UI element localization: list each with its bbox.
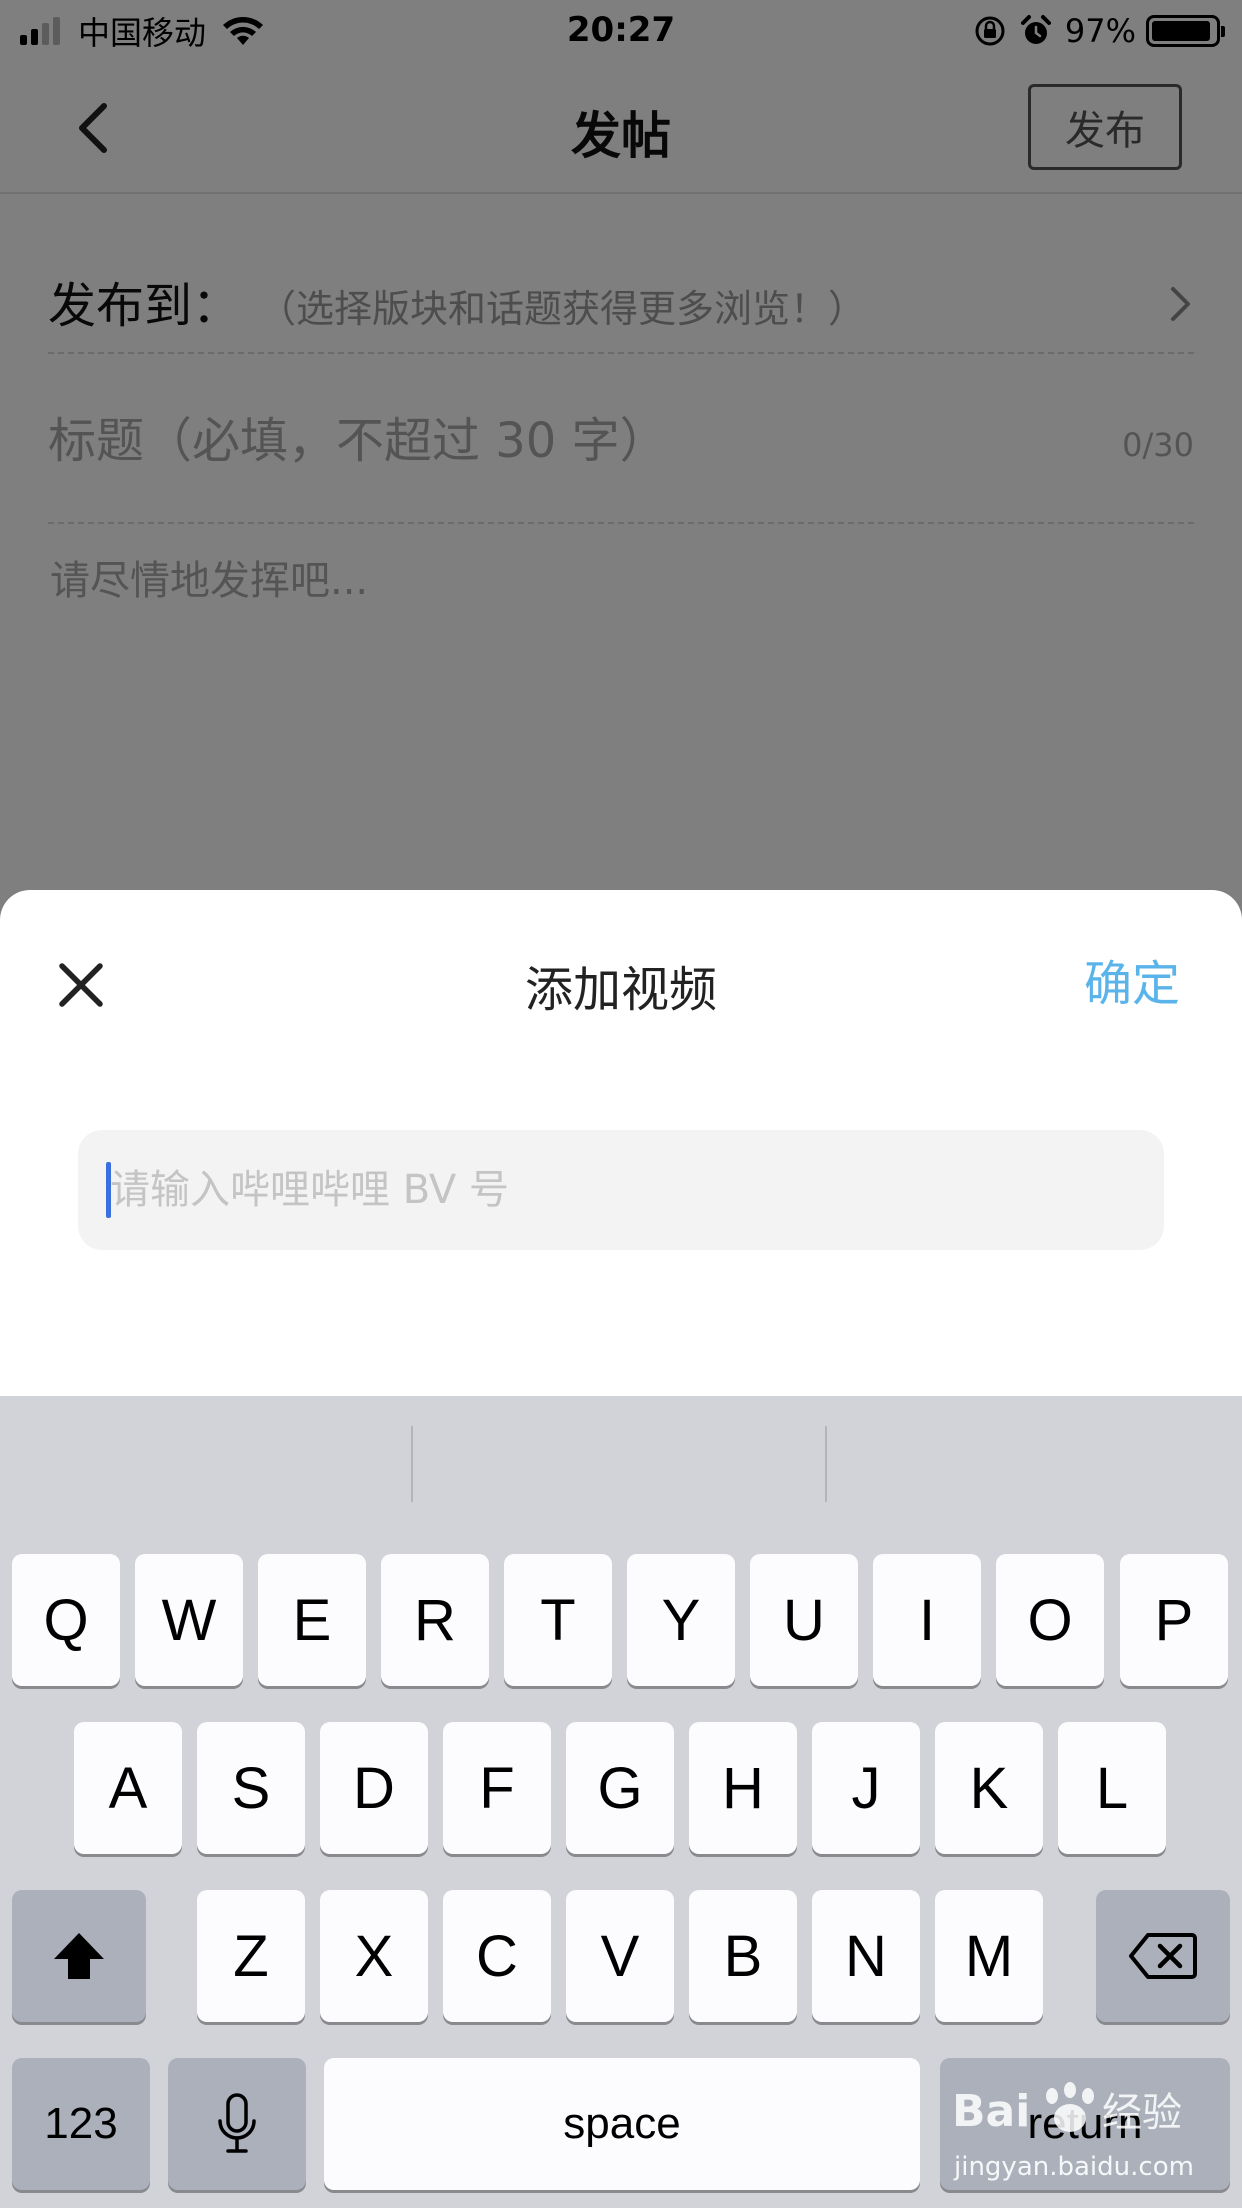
key-r[interactable]: R xyxy=(381,1554,489,1686)
confirm-button[interactable]: 确定 xyxy=(1084,944,1180,1014)
key-i[interactable]: I xyxy=(873,1554,981,1686)
key-d[interactable]: D xyxy=(320,1722,428,1854)
dictation-key[interactable] xyxy=(168,2058,306,2190)
key-n[interactable]: N xyxy=(812,1890,920,2022)
delete-key[interactable] xyxy=(1096,1890,1230,2022)
key-k[interactable]: K xyxy=(935,1722,1043,1854)
key-q[interactable]: Q xyxy=(12,1554,120,1686)
baidu-jingyan-watermark: Bai 经验 jingyan.baidu.com xyxy=(940,2072,1210,2182)
backspace-icon xyxy=(1129,1933,1197,1979)
key-a[interactable]: A xyxy=(74,1722,182,1854)
microphone-icon xyxy=(218,2093,256,2153)
key-e[interactable]: E xyxy=(258,1554,366,1686)
key-h[interactable]: H xyxy=(689,1722,797,1854)
key-u[interactable]: U xyxy=(750,1554,858,1686)
space-key[interactable]: space xyxy=(324,2058,920,2190)
key-p[interactable]: P xyxy=(1120,1554,1228,1686)
key-o[interactable]: O xyxy=(996,1554,1104,1686)
suggestion-divider xyxy=(825,1426,827,1502)
bv-input-container[interactable] xyxy=(78,1130,1164,1250)
key-v[interactable]: V xyxy=(566,1890,674,2022)
key-s[interactable]: S xyxy=(197,1722,305,1854)
key-z[interactable]: Z xyxy=(197,1890,305,2022)
add-video-sheet: 添加视频 确定 xyxy=(0,890,1242,1396)
bv-number-input[interactable] xyxy=(110,1130,1140,1250)
suggestion-bar xyxy=(0,1396,1242,1544)
shift-key[interactable] xyxy=(12,1890,146,2022)
key-x[interactable]: X xyxy=(320,1890,428,2022)
key-j[interactable]: J xyxy=(812,1722,920,1854)
svg-text:Bai: Bai xyxy=(952,2086,1030,2137)
key-w[interactable]: W xyxy=(135,1554,243,1686)
watermark-url: jingyan.baidu.com xyxy=(954,2152,1194,2182)
key-b[interactable]: B xyxy=(689,1890,797,2022)
key-l[interactable]: L xyxy=(1058,1722,1166,1854)
baidu-jingyan-logo: Bai 经验 xyxy=(952,2082,1182,2137)
key-m[interactable]: M xyxy=(935,1890,1043,2022)
key-f[interactable]: F xyxy=(443,1722,551,1854)
key-y[interactable]: Y xyxy=(627,1554,735,1686)
key-g[interactable]: G xyxy=(566,1722,674,1854)
key-c[interactable]: C xyxy=(443,1890,551,2022)
svg-text:经验: 经验 xyxy=(1102,2090,1182,2136)
shift-icon xyxy=(54,1933,104,1979)
key-t[interactable]: T xyxy=(504,1554,612,1686)
numbers-key[interactable]: 123 xyxy=(12,2058,150,2190)
suggestion-divider xyxy=(411,1426,413,1502)
sheet-title: 添加视频 xyxy=(524,962,717,1018)
